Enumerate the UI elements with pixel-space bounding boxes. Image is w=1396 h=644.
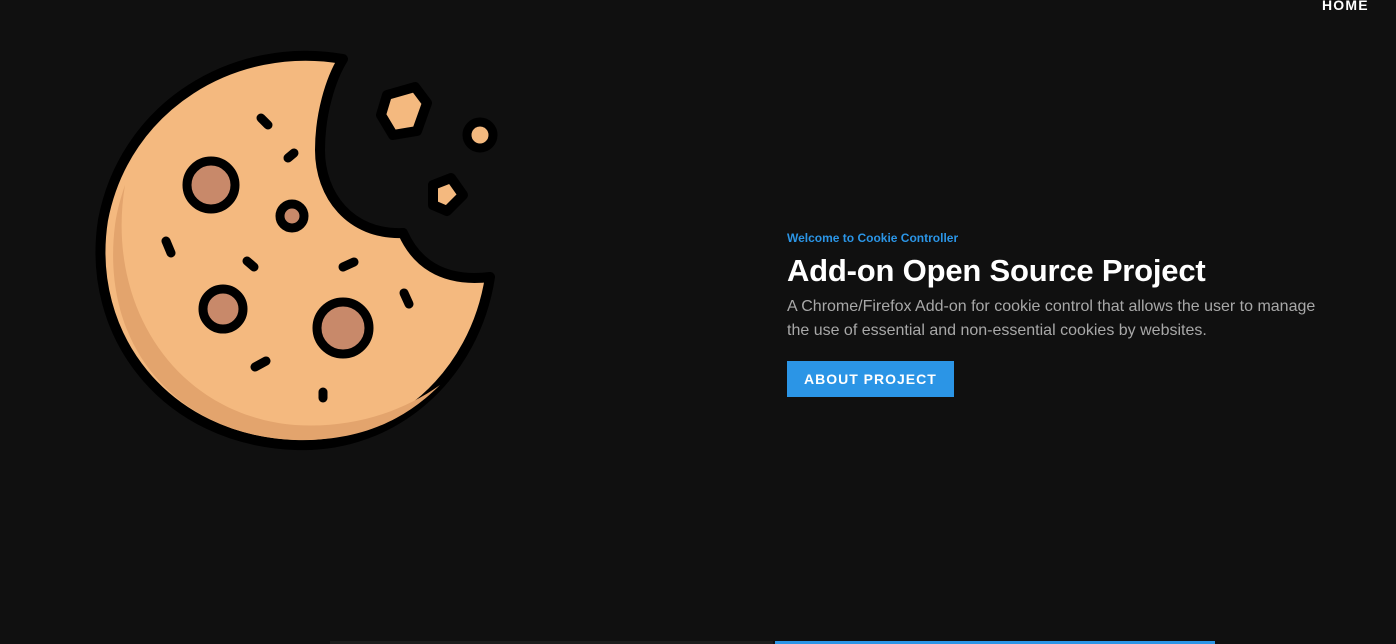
hero-title: Add-on Open Source Project <box>787 253 1206 288</box>
hero-content: Welcome to Cookie Controller Add-on Open… <box>787 230 1347 397</box>
hero-description: A Chrome/Firefox Add-on for cookie contr… <box>787 298 1316 339</box>
hero-illustration <box>95 45 505 455</box>
about-project-button[interactable]: ABOUT PROJECT <box>787 361 954 397</box>
nav-home-link[interactable]: HOME <box>1322 0 1369 13</box>
page: HOME Welcome to Cookie Controller Add-on… <box>0 0 1396 644</box>
hero-eyebrow: Welcome to Cookie Controller <box>787 231 959 245</box>
cookie-icon <box>95 50 498 451</box>
